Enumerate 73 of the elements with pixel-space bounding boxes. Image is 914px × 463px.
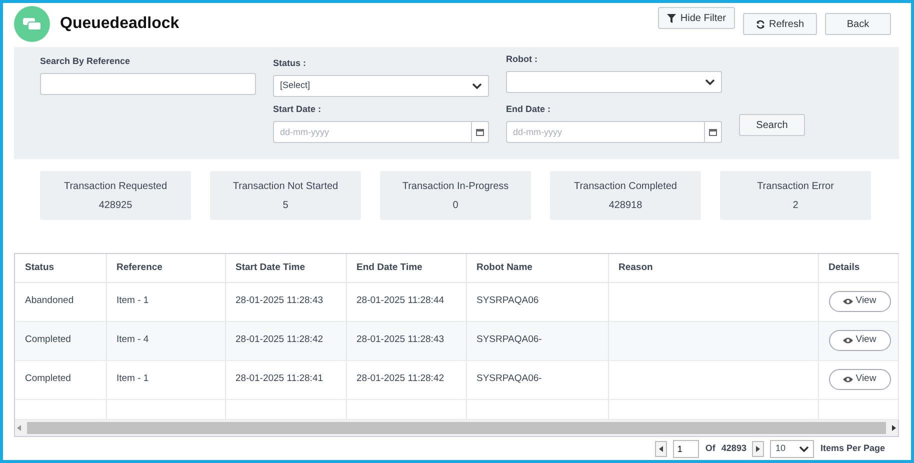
calendar-button[interactable]	[704, 120, 722, 142]
page-number-field[interactable]: 1	[673, 440, 700, 458]
table-cell: Completed	[15, 321, 106, 360]
table-cell: Completed	[15, 360, 106, 399]
table-cell: SYSRPAQA06	[466, 282, 608, 321]
field-label: Robot :	[506, 53, 538, 66]
eye-icon	[842, 337, 853, 344]
stat-value: 5	[282, 198, 288, 212]
table-cell: SYSRPAQA06-	[466, 321, 608, 360]
table-cell: Item - 4	[106, 321, 225, 360]
refresh-button[interactable]: Refresh	[743, 13, 817, 35]
stat-label: Transaction Not Started	[232, 180, 338, 194]
end-date-field[interactable]: dd-mm-yyyy	[506, 120, 704, 142]
filter-icon	[667, 14, 676, 22]
field-label: End Date :	[506, 103, 552, 116]
table-cell: SYSRPAQA06-	[466, 360, 608, 399]
view-button[interactable]: View	[828, 369, 890, 390]
view-button[interactable]: View	[828, 291, 890, 312]
horizontal-scrollbar[interactable]	[15, 420, 898, 436]
stat-label: Transaction Completed	[574, 180, 677, 194]
field-label: Start Date :	[273, 103, 322, 116]
field-label: Search By Reference	[40, 55, 132, 68]
refresh-icon	[756, 20, 765, 28]
calendar-icon	[476, 128, 484, 136]
table-cell: 28-01-2025 11:28:44	[346, 282, 466, 321]
search-field[interactable]	[40, 72, 256, 94]
chevron-down-icon	[472, 82, 482, 88]
table-cell: 28-01-2025 11:28:43	[225, 282, 346, 321]
chevron-down-icon	[799, 446, 810, 452]
table-cell: 28-01-2025 11:28:42	[225, 321, 346, 360]
column-header: Robot Name	[466, 254, 608, 282]
column-header: Status	[15, 254, 106, 282]
start-date-field[interactable]: dd-mm-yyyy	[273, 120, 471, 142]
column-header: Details	[818, 254, 898, 282]
stat-value: 428925	[98, 198, 132, 212]
field-label: Status :	[273, 57, 308, 70]
back-button[interactable]: Back	[825, 13, 891, 35]
stat-value: 2	[792, 198, 798, 212]
logo-icon	[14, 6, 50, 42]
table-cell: Abandoned	[15, 282, 106, 321]
right-arrow-icon	[756, 446, 760, 452]
stat-label: Transaction In-Progress	[402, 180, 509, 194]
column-header: Start Date Time	[225, 254, 346, 282]
page-of-label: Of	[705, 442, 716, 455]
items-per-page-label: Items Per Page	[820, 442, 885, 455]
stat-label: Transaction Requested	[64, 180, 168, 194]
table-cell: 28-01-2025 11:28:42	[346, 360, 466, 399]
total-pages: 42893	[721, 442, 746, 455]
scroll-right-icon[interactable]	[890, 424, 898, 432]
status-dropdown[interactable]: [Select]	[273, 74, 489, 96]
column-header: End Date Time	[346, 254, 466, 282]
table-cell: 28-01-2025 11:28:43	[346, 321, 466, 360]
eye-icon	[842, 298, 853, 305]
page-title: Queuedeadlock	[60, 14, 180, 34]
view-button[interactable]: View	[828, 330, 890, 351]
column-header: Reason	[608, 254, 818, 282]
table-cell: Item - 1	[106, 360, 225, 399]
next-page-button[interactable]	[752, 440, 764, 456]
calendar-icon	[709, 128, 717, 136]
previous-page-button[interactable]	[655, 440, 668, 456]
table-cell: 28-01-2025 11:28:41	[225, 360, 346, 399]
column-header: Reference	[106, 254, 225, 282]
eye-icon	[842, 376, 853, 383]
calendar-button[interactable]	[471, 120, 489, 142]
stat-value: 0	[452, 198, 458, 212]
left-arrow-icon	[659, 446, 664, 452]
hide-filter-button[interactable]: Hide Filter	[658, 7, 735, 29]
search-button[interactable]: Search	[739, 114, 805, 136]
table-cell: Item - 1	[106, 282, 225, 321]
stat-label: Transaction Error	[757, 180, 834, 194]
page-size-dropdown[interactable]: 10	[770, 440, 814, 458]
stat-value: 428918	[608, 198, 642, 212]
chevron-down-icon	[705, 78, 715, 84]
